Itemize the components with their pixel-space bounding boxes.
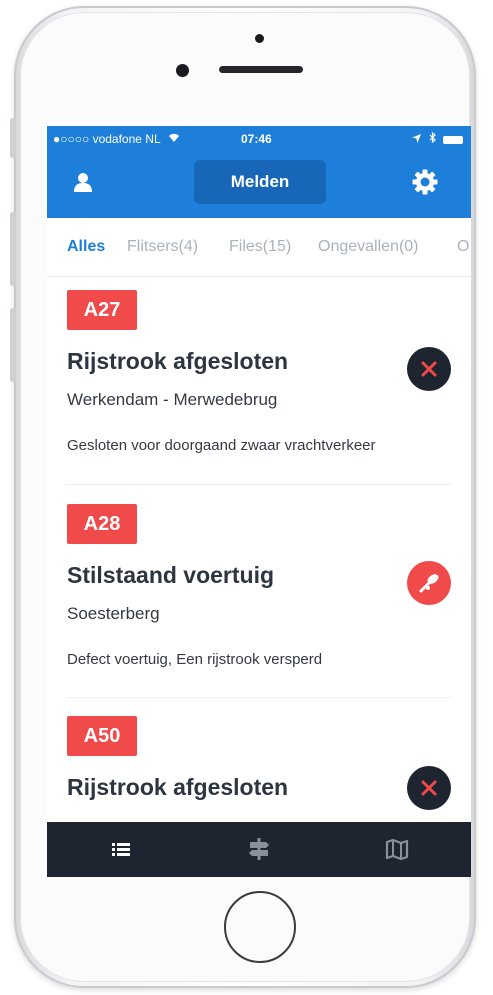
battery-icon <box>443 135 463 144</box>
location-arrow-icon <box>412 134 422 143</box>
top-nav-bar: Melden <box>47 152 471 218</box>
incident-card[interactable]: A50 Rijstrook afgesloten <box>47 716 471 836</box>
incident-title: Rijstrook afgesloten <box>67 774 289 800</box>
incident-card[interactable]: A28 Stilstaand voertuig Soesterberg Defe… <box>47 504 471 700</box>
filter-tabs: Alles Flitsers(4) Files(15) Ongevallen(0… <box>47 218 471 277</box>
mute-switch <box>10 118 16 158</box>
melden-button[interactable]: Melden <box>194 160 326 204</box>
proximity-sensor <box>255 34 264 43</box>
incident-description: Defect voertuig, Een rijstrook versperd <box>67 651 323 668</box>
wifi-icon <box>168 132 180 146</box>
map-icon[interactable] <box>383 836 411 862</box>
road-badge: A28 <box>67 504 137 544</box>
incident-title: Rijstrook afgesloten <box>67 348 289 374</box>
carrier-label: ●○○○○ vodafone NL <box>53 132 180 146</box>
carrier-text: ●○○○○ vodafone NL <box>53 132 161 146</box>
list-icon[interactable] <box>107 836 135 862</box>
earpiece-speaker <box>219 66 303 73</box>
bottom-tab-bar <box>47 822 471 877</box>
road-badge: A27 <box>67 290 137 330</box>
tab-files[interactable]: Files(15) <box>229 238 291 256</box>
card-divider <box>67 697 451 698</box>
front-camera <box>176 64 189 77</box>
volume-up-button <box>10 212 16 286</box>
user-icon[interactable] <box>71 170 95 194</box>
close-icon <box>407 766 451 810</box>
home-button[interactable] <box>224 891 296 963</box>
tab-alles[interactable]: Alles <box>67 238 105 256</box>
bluetooth-icon <box>429 131 439 146</box>
status-bar: ●○○○○ vodafone NL 07:46 <box>47 126 471 152</box>
tab-overflow[interactable]: O <box>457 238 469 256</box>
tab-flitsers[interactable]: Flitsers(4) <box>127 238 198 256</box>
gear-icon[interactable] <box>411 168 439 196</box>
status-right <box>412 131 463 146</box>
incident-location: Soesterberg <box>67 604 160 623</box>
incident-card[interactable]: A27 Rijstrook afgesloten Werkendam - Mer… <box>47 290 471 486</box>
breakdown-icon <box>407 561 451 605</box>
tab-ongevallen[interactable]: Ongevallen(0) <box>318 238 419 256</box>
close-icon <box>407 347 451 391</box>
app-screen: ●○○○○ vodafone NL 07:46 Melden Alles Fli… <box>47 126 471 877</box>
incident-title: Stilstaand voertuig <box>67 562 275 588</box>
incident-location: Werkendam - Merwedebrug <box>67 390 278 409</box>
incident-description: Gesloten voor doorgaand zwaar vrachtverk… <box>67 437 376 454</box>
card-divider <box>67 484 451 485</box>
signpost-icon[interactable] <box>245 836 273 862</box>
clock: 07:46 <box>241 132 272 146</box>
road-badge: A50 <box>67 716 137 756</box>
volume-down-button <box>10 308 16 382</box>
